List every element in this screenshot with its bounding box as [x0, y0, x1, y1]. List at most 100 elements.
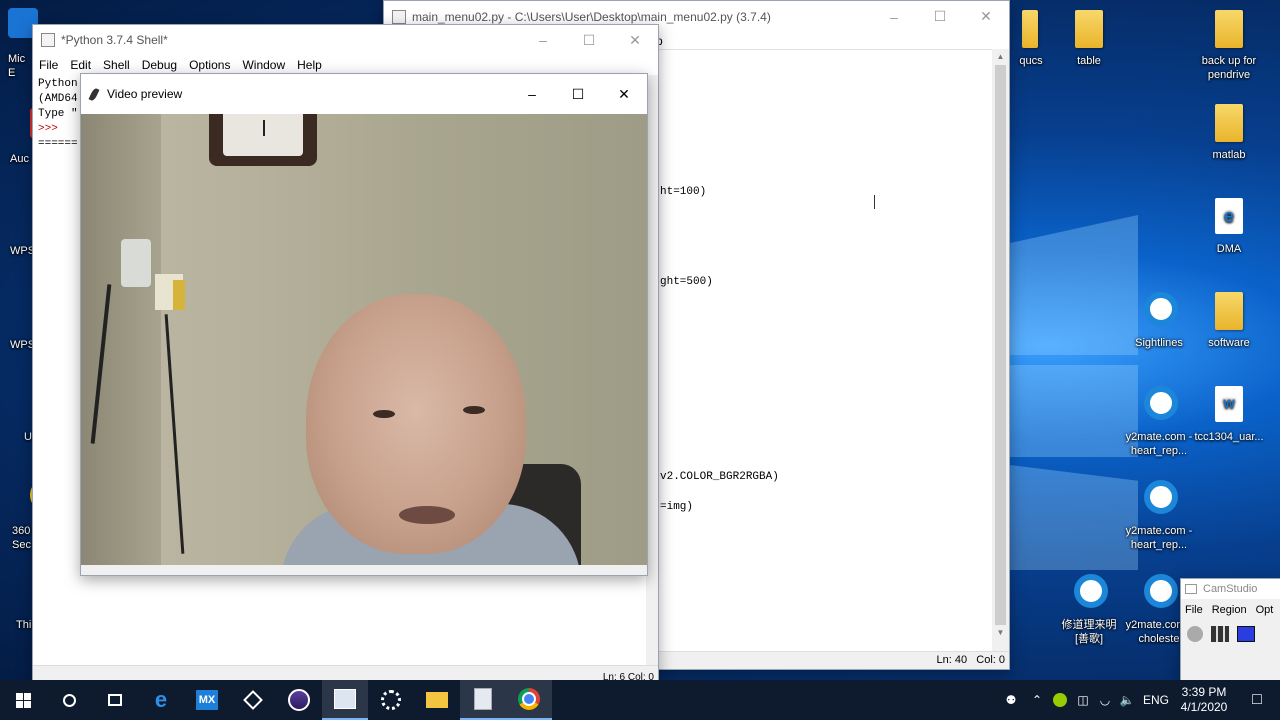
shell-titlebar[interactable]: *Python 3.7.4 Shell* – ☐ ✕ [33, 25, 658, 55]
doc-icon: W [1214, 386, 1244, 426]
code-line: ht=100) [660, 186, 707, 198]
chevron-up-icon[interactable]: ⌃ [1026, 693, 1048, 707]
desktop-icon-label: tcc1304_uar... [1194, 431, 1264, 443]
eclipse-icon [288, 689, 310, 711]
camstudio-toolbar [1181, 621, 1280, 647]
text-cursor-icon [874, 195, 876, 209]
record-button-icon[interactable] [1187, 626, 1203, 642]
desktop-icon-song[interactable]: 修道理来明 [善歌] [1054, 574, 1124, 646]
target-icon [1074, 574, 1108, 614]
volume-icon[interactable]: 🔈 [1116, 693, 1138, 707]
desktop-icon-label: DMA [1216, 243, 1242, 255]
taskbar-idle[interactable] [460, 680, 506, 720]
folder-icon [1214, 104, 1244, 144]
pause-button-icon[interactable] [1211, 626, 1229, 642]
scroll-thumb[interactable] [995, 65, 1006, 625]
desktop-icon-matlab[interactable]: matlab [1194, 104, 1264, 162]
edge-icon: e [154, 687, 168, 712]
menu-edit[interactable]: Edit [70, 58, 91, 72]
taskbar-chrome[interactable] [506, 680, 552, 720]
menu-file[interactable]: File [1185, 604, 1203, 616]
wallpaper-beam [1010, 465, 1138, 570]
wall-clock [209, 114, 317, 166]
scroll-up-icon[interactable]: ▲ [992, 49, 1009, 65]
video-frame [81, 114, 647, 565]
wall-socket [121, 239, 151, 287]
desktop-icon-table[interactable]: table [1054, 10, 1124, 68]
taskbar-settings-app[interactable] [368, 680, 414, 720]
desktop-icon-sightlines[interactable]: Sightlines [1124, 292, 1194, 350]
desktop-icon-y2mate-2[interactable]: y2mate.com - heart_rep... [1124, 480, 1194, 552]
task-view-button[interactable] [92, 680, 138, 720]
desktop-icon-label: 修道理来明 [善歌] [1061, 619, 1117, 645]
video-preview-window[interactable]: Video preview – ☐ ✕ [80, 73, 648, 576]
desktop-icon-label: qucs [1019, 55, 1043, 67]
close-button[interactable]: ✕ [612, 25, 658, 55]
code-line: =img) [660, 501, 694, 513]
person-mouth [399, 506, 455, 524]
wifi-icon[interactable]: ◡ [1094, 693, 1116, 707]
desktop-icon-label: table [1077, 55, 1101, 67]
taskbar-mx[interactable]: MX [184, 680, 230, 720]
menu-file[interactable]: File [39, 58, 58, 72]
editor-title: main_menu02.py - C:\Users\User\Desktop\m… [412, 9, 771, 24]
close-button[interactable]: ✕ [601, 74, 647, 114]
folder-icon [1016, 10, 1046, 50]
minimize-button[interactable]: – [509, 74, 555, 114]
notification-icon[interactable]: □ [1234, 691, 1280, 709]
menu-region[interactable]: Region [1212, 604, 1247, 616]
camstudio-titlebar[interactable]: CamStudio [1181, 579, 1280, 599]
maximize-button[interactable]: ☐ [566, 25, 612, 55]
desktop-icon-software[interactable]: software [1194, 292, 1264, 350]
minimize-button[interactable]: – [520, 25, 566, 55]
clock[interactable]: 3:39 PM 4/1/2020 [1174, 685, 1234, 715]
start-button[interactable] [0, 680, 46, 720]
clock-time: 3:39 PM [1181, 685, 1227, 699]
desktop-icon-dma[interactable]: e DMA [1194, 198, 1264, 256]
desktop-icon-label: y2mate.com - heart_rep... [1125, 525, 1193, 551]
tray-usb-icon[interactable]: ◫ [1072, 693, 1094, 707]
target-icon [1144, 386, 1178, 426]
desktop-icon-label: back up for pendrive [1201, 55, 1257, 81]
shell-menubar: File Edit Shell Debug Options Window Hel… [33, 55, 658, 75]
menu-window[interactable]: Window [242, 58, 285, 72]
language-indicator[interactable]: ENG [1138, 693, 1174, 707]
desktop-icon-y2mate-1[interactable]: y2mate.com - heart_rep... [1124, 386, 1194, 458]
wall-socket [173, 280, 185, 310]
maximize-button[interactable]: ☐ [555, 74, 601, 114]
windows-logo-icon [15, 692, 31, 708]
maximize-button[interactable]: ☐ [917, 2, 963, 32]
tray-app-icon[interactable] [1053, 693, 1067, 707]
menu-debug[interactable]: Debug [142, 58, 177, 72]
idle-icon [474, 688, 492, 710]
stop-button-icon[interactable] [1237, 626, 1255, 642]
taskbar-eclipse[interactable] [276, 680, 322, 720]
close-button[interactable]: ✕ [963, 2, 1009, 32]
people-icon[interactable]: ⚉ [996, 693, 1026, 707]
menu-shell[interactable]: Shell [103, 58, 130, 72]
taskbar-explorer[interactable] [414, 680, 460, 720]
desktop-icon-label: Sightlines [1135, 337, 1183, 349]
desktop-icon-tcc1304[interactable]: W tcc1304_uar... [1194, 386, 1264, 444]
minimize-button[interactable]: – [871, 2, 917, 32]
python-file-icon [392, 9, 406, 24]
scroll-down-icon[interactable]: ▼ [992, 625, 1009, 641]
camstudio-menubar: File Region Opt [1181, 599, 1280, 621]
menu-options[interactable]: Opt [1256, 604, 1274, 616]
clock-date: 4/1/2020 [1180, 700, 1228, 714]
desktop-icon-backup[interactable]: back up for pendrive [1194, 10, 1264, 82]
taskbar-edge[interactable]: e [138, 680, 184, 720]
camstudio-window[interactable]: CamStudio File Region Opt [1180, 578, 1280, 682]
video-titlebar[interactable]: Video preview – ☐ ✕ [81, 74, 647, 114]
task-view-icon [108, 694, 122, 706]
menu-help[interactable]: Help [297, 58, 322, 72]
python-icon [41, 33, 55, 47]
taskbar-python-shell[interactable] [322, 680, 368, 720]
menu-options[interactable]: Options [189, 58, 230, 72]
editor-scrollbar[interactable]: ▲ ▼ [992, 49, 1009, 653]
feather-icon [88, 86, 100, 102]
app-icon [243, 690, 263, 710]
search-button[interactable] [46, 680, 92, 720]
desktop-icon-qucs[interactable]: qucs [1006, 10, 1056, 68]
taskbar-app[interactable] [230, 680, 276, 720]
